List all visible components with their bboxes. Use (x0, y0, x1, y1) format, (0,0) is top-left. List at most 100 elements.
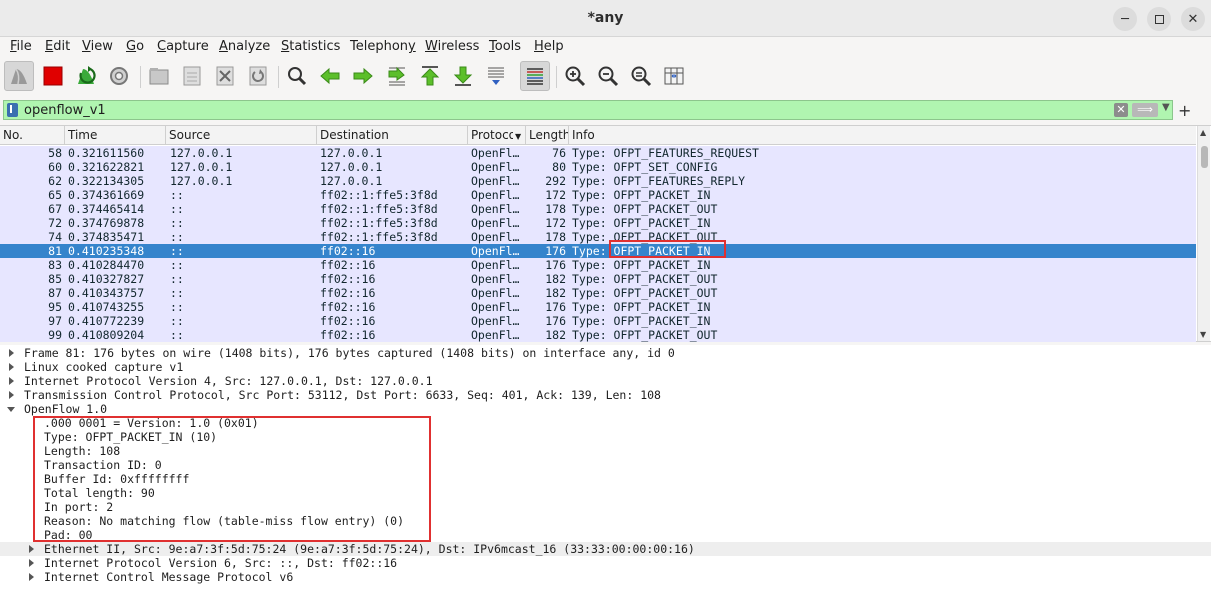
menu-go[interactable]: Go (126, 39, 144, 54)
auto-scroll-button[interactable] (481, 61, 511, 91)
go-to-packet-button[interactable] (382, 61, 412, 91)
menu-view[interactable]: View (82, 39, 113, 54)
add-filter-button-icon[interactable]: + (1178, 101, 1191, 120)
table-row-selected[interactable]: 81 0.410235348:: ff02::16 OpenFl… 176 Type: O… (0, 244, 1196, 258)
table-row[interactable]: 97 0.410772239:: ff02::16 OpenFl… 176 Type: O… (0, 314, 1196, 328)
detail-tree-item[interactable]: Internet Control Message Protocol v6 (0, 570, 1211, 584)
stop-capture-button[interactable] (38, 61, 68, 91)
cell-src: :: (170, 314, 184, 328)
go-back-button[interactable] (315, 61, 345, 91)
expand-arrow-icon[interactable] (9, 391, 14, 399)
go-last-packet-button[interactable] (448, 61, 478, 91)
resize-columns-button[interactable] (659, 61, 689, 91)
column-header-protocol[interactable]: Protocol▼ (468, 126, 526, 145)
table-row[interactable]: 74 0.374835471:: ff02::1:ffe5:3f8d OpenFl… 1… (0, 230, 1196, 244)
expand-arrow-icon[interactable] (29, 573, 34, 581)
collapse-arrow-icon[interactable] (7, 407, 15, 412)
detail-tree-item[interactable]: Ethernet II, Src: 9e:a7:3f:5d:75:24 (9e:… (0, 542, 1211, 556)
open-file-button[interactable] (144, 61, 174, 91)
menu-statistics[interactable]: Statistics (281, 39, 340, 54)
menu-analyze[interactable]: Analyze (219, 39, 270, 54)
expand-arrow-icon[interactable] (29, 545, 34, 553)
scrollbar-thumb[interactable] (1201, 146, 1208, 168)
detail-tree-label: OpenFlow 1.0 (24, 402, 108, 416)
save-file-button[interactable] (177, 61, 207, 91)
go-forward-button[interactable] (348, 61, 378, 91)
filter-history-dropdown-icon[interactable]: ▼ (1162, 102, 1170, 113)
cell-proto: OpenFl… (471, 244, 520, 258)
table-row[interactable]: 95 0.410743255:: ff02::16 OpenFl… 176 Type: O… (0, 300, 1196, 314)
filter-bookmark-icon[interactable] (7, 103, 18, 117)
close-file-button[interactable] (210, 61, 240, 91)
table-row[interactable]: 67 0.374465414:: ff02::1:ffe5:3f8d OpenFl… 1… (0, 202, 1196, 216)
column-header-length[interactable]: Length (526, 126, 569, 145)
table-row[interactable]: 87 0.410343757:: ff02::16 OpenFl… 182 Type: O… (0, 286, 1196, 300)
cell-info: Type: OFPT_PACKET_IN (572, 216, 711, 230)
cell-dst: ff02::1:ffe5:3f8d (320, 202, 438, 216)
zoom-out-button[interactable] (593, 61, 623, 91)
cell-time: 0.410284470 (68, 258, 145, 272)
find-packet-button[interactable] (282, 61, 312, 91)
go-first-packet-button[interactable] (415, 61, 445, 91)
zoom-out-icon (598, 66, 619, 87)
apply-filter-arrow-icon[interactable]: ⟹ (1132, 103, 1158, 117)
menu-file[interactable]: File (10, 39, 32, 54)
column-header-time[interactable]: Time (65, 126, 166, 145)
zoom-in-button[interactable] (560, 61, 590, 91)
detail-tree-item[interactable]: Internet Protocol Version 4, Src: 127.0.… (0, 374, 1211, 388)
cell-dst: 127.0.0.1 (320, 146, 383, 160)
reload-file-button[interactable] (243, 61, 273, 91)
restart-capture-button[interactable] (71, 61, 101, 91)
window-titlebar: *any ─ ✕ (0, 0, 1211, 37)
scroll-down-icon[interactable]: ▼ (1200, 330, 1206, 339)
cell-proto: OpenFl… (471, 230, 520, 244)
table-row[interactable]: 60 0.321622821 127.0.0.1 127.0.0.1 OpenFl… 80… (0, 160, 1196, 174)
menu-tools[interactable]: Tools (489, 39, 521, 54)
column-header-source[interactable]: Source (166, 126, 317, 145)
table-row[interactable]: 99 0.410809204:: ff02::16 OpenFl… 182 Type: O… (0, 328, 1196, 342)
go-to-packet-icon (388, 66, 405, 86)
cell-time: 0.374465414 (68, 202, 145, 216)
colorize-button[interactable] (520, 61, 550, 91)
detail-tree-item[interactable]: Linux cooked capture v1 (0, 360, 1211, 374)
expand-arrow-icon[interactable] (9, 349, 14, 357)
menu-edit[interactable]: Edit (45, 39, 70, 54)
display-filter-input[interactable] (24, 102, 1104, 118)
clear-filter-icon[interactable]: ✕ (1114, 103, 1128, 117)
go-back-icon (320, 67, 340, 85)
maximize-button[interactable] (1147, 7, 1171, 31)
cell-info: Type: OFPT_PACKET_IN (572, 300, 711, 314)
packet-list-scrollbar[interactable]: ▲ ▼ (1197, 126, 1210, 341)
menu-capture[interactable]: Capture (157, 39, 209, 54)
table-row[interactable]: 83 0.410284470:: ff02::16 OpenFl… 176 Type: O… (0, 258, 1196, 272)
table-row[interactable]: 72 0.374769878:: ff02::1:ffe5:3f8d OpenFl… 1… (0, 216, 1196, 230)
table-row[interactable]: 62 0.322134305 127.0.0.1 127.0.0.1 OpenFl… 29… (0, 174, 1196, 188)
table-row[interactable]: 65 0.374361669:: ff02::1:ffe5:3f8d OpenFl… 1… (0, 188, 1196, 202)
cell-info: Type: OFPT_PACKET_IN (572, 258, 711, 272)
column-header-destination[interactable]: Destination (317, 126, 468, 145)
capture-options-button[interactable] (104, 61, 134, 91)
expand-arrow-icon[interactable] (29, 559, 34, 567)
cell-no: 60 (48, 160, 62, 174)
detail-tree-item[interactable]: Frame 81: 176 bytes on wire (1408 bits),… (0, 346, 1211, 360)
cell-time: 0.410772239 (68, 314, 145, 328)
detail-tree-item[interactable]: Transmission Control Protocol, Src Port:… (0, 388, 1211, 402)
zoom-normal-button[interactable] (626, 61, 656, 91)
detail-tree-item[interactable]: OpenFlow 1.0 (0, 402, 1211, 416)
column-header-info[interactable]: Info (569, 126, 1196, 145)
menu-wireless[interactable]: Wireless (425, 39, 479, 54)
minimize-button[interactable]: ─ (1113, 7, 1137, 31)
menu-help[interactable]: Help (534, 39, 564, 54)
start-capture-button[interactable] (4, 61, 34, 91)
expand-arrow-icon[interactable] (9, 363, 14, 371)
auto-scroll-icon (488, 67, 504, 85)
scroll-up-icon[interactable]: ▲ (1200, 128, 1206, 137)
menu-telephony[interactable]: Telephony (350, 39, 416, 54)
table-row[interactable]: 58 0.321611560 127.0.0.1 127.0.0.1 OpenFl… 76… (0, 146, 1196, 160)
expand-arrow-icon[interactable] (9, 377, 14, 385)
column-header-no[interactable]: No. (0, 126, 65, 145)
detail-tree-item[interactable]: Internet Protocol Version 6, Src: ::, Ds… (0, 556, 1211, 570)
close-button[interactable]: ✕ (1181, 7, 1205, 31)
find-packet-icon (288, 67, 307, 86)
table-row[interactable]: 85 0.410327827:: ff02::16 OpenFl… 182 Type: O… (0, 272, 1196, 286)
